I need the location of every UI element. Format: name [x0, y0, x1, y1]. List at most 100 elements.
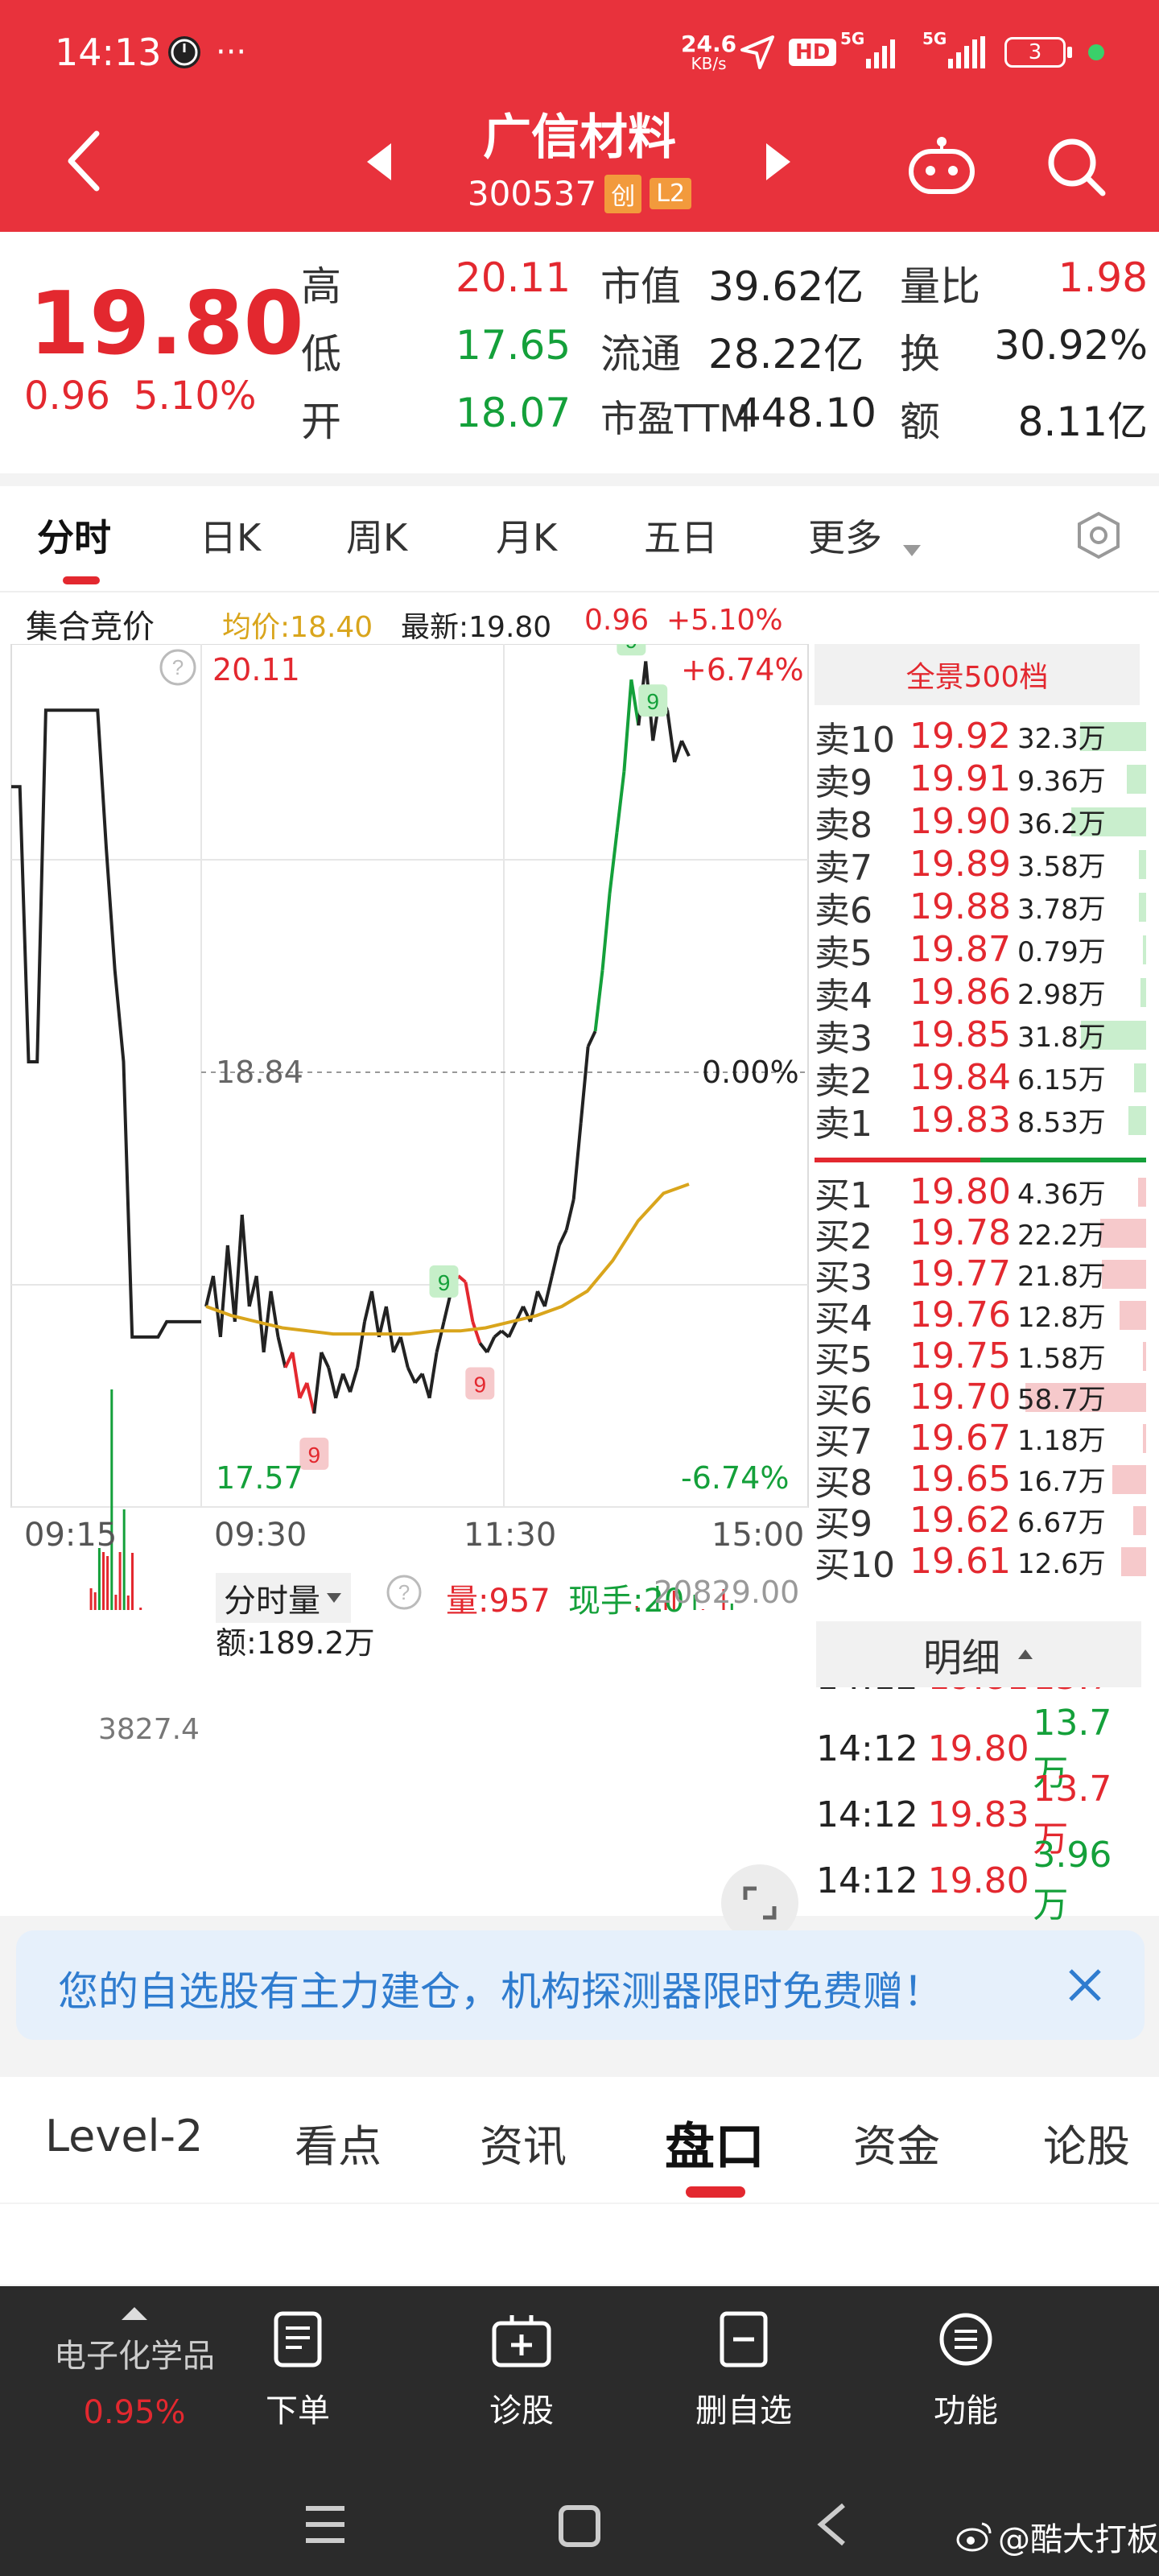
bid-volume: 16.7万: [1017, 1466, 1106, 1498]
sub-tab-1[interactable]: 看点: [295, 2111, 382, 2174]
volume-bar: [126, 1596, 130, 1610]
signal-tag-3[interactable]: 9: [617, 644, 646, 656]
nav-menu-icon[interactable]: [303, 2504, 348, 2549]
nav-back-icon[interactable]: [815, 2500, 850, 2552]
bid-price: 19.80: [909, 1171, 1011, 1212]
sub-tab-0[interactable]: Level-2: [45, 2111, 203, 2161]
signal-tag-2[interactable]: 9: [465, 1367, 495, 1400]
chevron-up-icon: [122, 2307, 147, 2320]
order-form-icon: [217, 2310, 378, 2372]
chart-tab-5[interactable]: 更多: [808, 509, 882, 562]
ask-volume: 9.36万: [1017, 766, 1106, 798]
chart-tab-4[interactable]: 五日: [644, 509, 718, 562]
amount-label: 额:189.2万: [216, 1625, 375, 1661]
price-segment: [218, 1245, 229, 1338]
price-segment: [334, 1373, 345, 1399]
search-icon[interactable]: [1043, 134, 1107, 201]
orderbook-header[interactable]: 全景500档: [815, 644, 1140, 705]
weibo-logo-icon: [956, 2522, 992, 2552]
chart-tab-0[interactable]: 分时: [37, 509, 111, 562]
price-segment: [507, 1321, 518, 1338]
menu-icon: [885, 2310, 1046, 2372]
signal-tag-label-3: 9: [625, 644, 638, 653]
x-tick-0930: 09:30: [214, 1517, 307, 1554]
toolbar-diagnose-button[interactable]: 诊股: [441, 2310, 602, 2431]
ask-price: 19.86: [909, 972, 1011, 1013]
ask-row-8[interactable]: 卖3 19.85 31.8万: [815, 1013, 1146, 1059]
sub-tab-4[interactable]: 资金: [853, 2111, 940, 2174]
quote-value-2: 18.07: [456, 390, 571, 436]
volume-help-icon[interactable]: ?: [385, 1573, 423, 1615]
ask-price: 19.84: [909, 1057, 1011, 1098]
sub-tab-3[interactable]: 盘口: [665, 2106, 765, 2178]
bid-volume-bar: [1132, 1505, 1146, 1535]
nav-home-icon[interactable]: [557, 2504, 602, 2552]
quote-right-value-2: 8.11亿: [1017, 398, 1148, 445]
back-icon[interactable]: [64, 129, 105, 196]
volume-selector[interactable]: 分时量: [216, 1573, 351, 1623]
price-segment: [240, 1214, 251, 1307]
signal-tag-4[interactable]: 9: [638, 684, 668, 717]
ask-row-4[interactable]: 卖7 19.89 3.58万: [815, 843, 1146, 889]
ask-volume-bar: [1139, 849, 1146, 879]
volume-right-value: 20829.00: [654, 1575, 800, 1610]
ask-row-6[interactable]: 卖5 19.87 0.79万: [815, 928, 1146, 974]
ask-label: 卖1: [815, 1103, 872, 1145]
ask-row-1[interactable]: 卖10 19.92 32.3万: [815, 715, 1146, 761]
bid-row-10[interactable]: 买10 19.61 12.6万: [815, 1540, 1146, 1586]
bid-volume-bar: [1101, 1259, 1146, 1289]
app-header: 14:13 ··· 24.6 KB/s HD 5G 5G 3 广信材料 3005…: [0, 0, 1159, 232]
close-icon[interactable]: [1066, 1966, 1104, 2008]
sub-tab-5[interactable]: 论股: [1043, 2111, 1130, 2174]
clock-app-icon: [166, 0, 203, 105]
bid-price: 19.78: [909, 1212, 1011, 1253]
promo-banner[interactable]: 您的自选股有主力建仓，机构探测器限时免费赠！: [16, 1930, 1145, 2040]
prev-stock-icon[interactable]: [365, 142, 393, 185]
ask-volume: 6.15万: [1017, 1064, 1106, 1096]
sub-tab-active-indicator: [686, 2186, 745, 2198]
stock-name: 广信材料: [483, 109, 676, 166]
price-segment: [269, 1290, 280, 1338]
chuang-badge: 创: [604, 174, 642, 213]
detail-header[interactable]: 明细: [816, 1621, 1141, 1687]
quote-mid-label-1: 流通: [600, 331, 681, 378]
volume-bar: [110, 1389, 113, 1610]
trade-time: 14:12: [816, 1860, 918, 1901]
ask-volume-bar: [1143, 935, 1146, 964]
toolbar-menu-button[interactable]: 功能: [885, 2310, 1046, 2431]
ask-row-2[interactable]: 卖9 19.91 9.36万: [815, 758, 1146, 803]
sector-button[interactable]: 电子化学品 0.95%: [50, 2304, 219, 2431]
pct-low-label: -6.74%: [681, 1460, 790, 1496]
location-icon: [739, 0, 776, 105]
bid-price: 19.65: [909, 1459, 1011, 1500]
trade-price: 19.83: [927, 1794, 1029, 1835]
sub-tab-2[interactable]: 资讯: [480, 2111, 567, 2174]
ask-price: 19.83: [909, 1100, 1011, 1141]
help-icon[interactable]: ?: [158, 647, 198, 691]
robot-assistant-icon[interactable]: [906, 134, 977, 198]
toolbar-remove-watchlist-button[interactable]: 删自选: [663, 2310, 824, 2431]
signal-tag-0[interactable]: 9: [299, 1437, 329, 1470]
trade-price: 19.80: [927, 1860, 1029, 1901]
price-segment: [550, 1245, 561, 1277]
ask-row-7[interactable]: 卖4 19.86 2.98万: [815, 971, 1146, 1017]
ask-row-3[interactable]: 卖8 19.90 36.2万: [815, 800, 1146, 846]
chart-tab-3[interactable]: 月K: [496, 509, 557, 562]
ask-row-10[interactable]: 卖1 19.83 8.53万: [815, 1099, 1146, 1145]
settings-hex-icon[interactable]: [1074, 510, 1124, 564]
toolbar-order-form-button[interactable]: 下单: [217, 2310, 378, 2431]
chart-section: 分时 日K 周K 月K 五日 更多 集合竞价 均价:18.40 最新:19.80 0.96…: [0, 486, 1159, 1942]
chart-tab-2[interactable]: 周K: [346, 509, 407, 562]
ask-row-5[interactable]: 卖6 19.88 3.78万: [815, 886, 1146, 931]
price-segment: [427, 1352, 439, 1399]
chart-tab-1[interactable]: 日K: [200, 509, 261, 562]
sector-pct: 0.95%: [83, 2394, 186, 2431]
volume-peak-label: 3827.4: [98, 1713, 200, 1746]
price-segment: [557, 1229, 568, 1246]
ask-volume: 0.79万: [1017, 936, 1106, 968]
signal-tag-1[interactable]: 9: [429, 1265, 459, 1298]
next-stock-icon[interactable]: [765, 142, 792, 185]
info-change-pct: +5.10%: [666, 604, 783, 637]
ask-row-9[interactable]: 卖2 19.84 6.15万: [815, 1056, 1146, 1102]
price-segment: [673, 740, 683, 763]
